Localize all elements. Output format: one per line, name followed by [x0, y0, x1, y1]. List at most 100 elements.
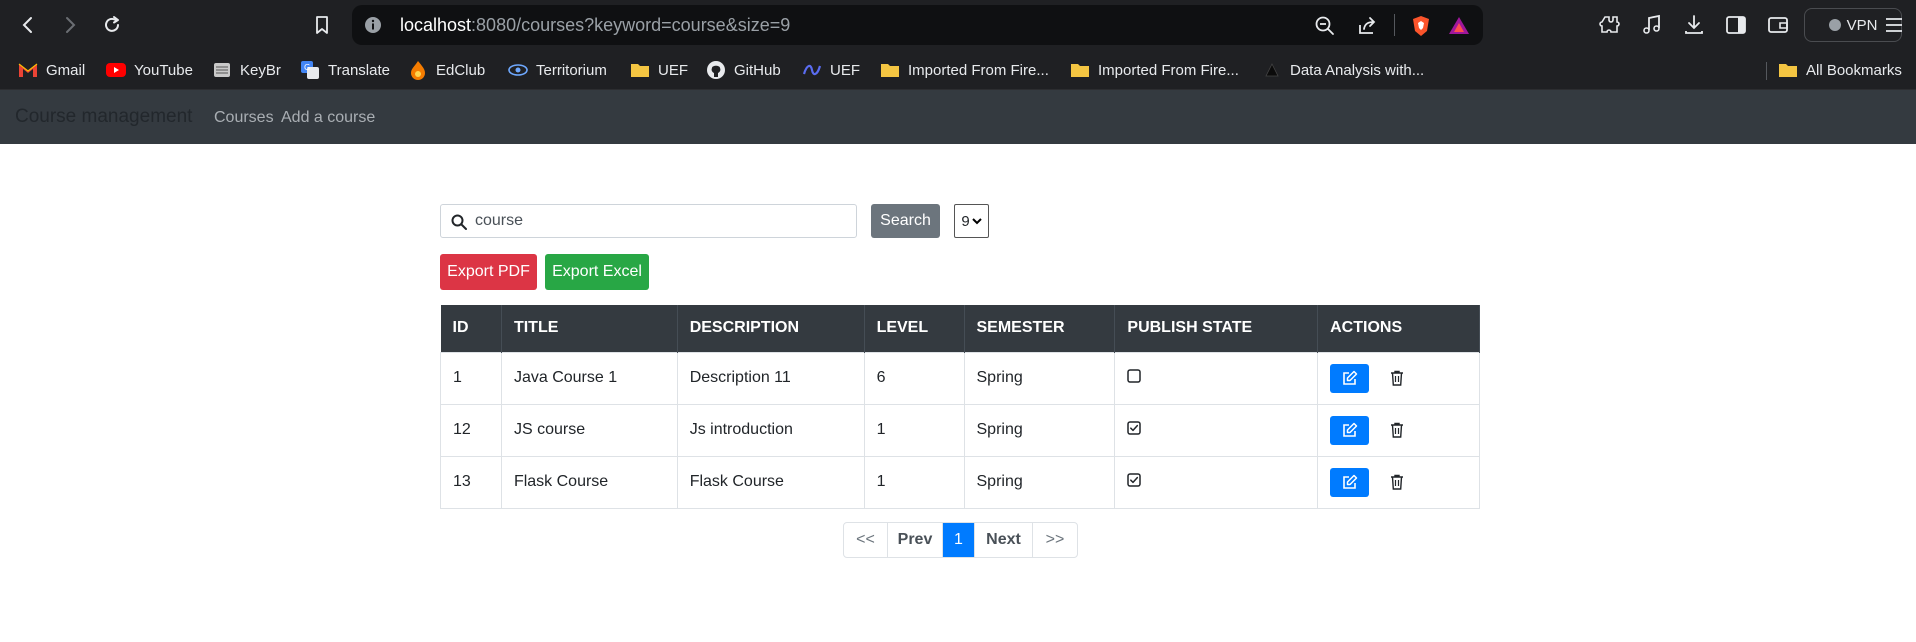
cell-title: Flask Course — [500, 455, 678, 509]
trash-icon — [1390, 474, 1403, 490]
page-current-button[interactable]: 1 — [943, 523, 975, 557]
territorium-icon — [508, 60, 528, 80]
edit-icon — [1342, 474, 1357, 489]
page-first-button[interactable]: << — [844, 523, 888, 557]
bookmark-label: KeyBr — [240, 61, 281, 79]
bookmark-github[interactable]: GitHub — [706, 59, 781, 81]
bookmark-label: YouTube — [134, 61, 193, 79]
search-button[interactable]: Search — [871, 204, 940, 238]
table-header-row: ID TITLE DESCRIPTION LEVEL SEMESTER PUBL… — [440, 305, 1480, 352]
bookmark-label: EdClub — [436, 61, 486, 79]
column-header-semester: SEMESTER — [964, 305, 1116, 352]
bookmark-page-button[interactable] — [306, 9, 338, 41]
bookmark-territorium[interactable]: Territorium — [508, 59, 607, 81]
download-icon[interactable] — [1682, 13, 1706, 37]
cell-publish-state — [1114, 403, 1319, 457]
checked-box-icon — [1127, 472, 1142, 487]
all-bookmarks[interactable]: All Bookmarks — [1778, 59, 1902, 81]
nav-link-courses[interactable]: Courses — [214, 109, 274, 127]
export-excel-button[interactable]: Export Excel — [545, 254, 649, 290]
forward-button[interactable] — [54, 9, 86, 41]
brave-shields-icon[interactable] — [1410, 15, 1432, 37]
url-path: :8080/courses?keyword=course&size=9 — [471, 15, 791, 35]
all-bookmarks-label: All Bookmarks — [1806, 61, 1902, 79]
extensions-icon[interactable] — [1598, 13, 1622, 37]
bookmark-keybr[interactable]: KeyBr — [212, 59, 281, 81]
url-text[interactable]: localhost:8080/courses?keyword=course&si… — [400, 15, 790, 36]
delete-button[interactable] — [1388, 368, 1406, 388]
cell-actions — [1317, 403, 1480, 457]
reload-icon — [105, 16, 119, 32]
zoom-icon[interactable] — [1314, 15, 1336, 37]
bookmark-edclub[interactable]: EdClub — [408, 59, 485, 81]
cell-id: 12 — [440, 403, 502, 457]
search-input[interactable] — [475, 209, 845, 233]
bookmark-label: Imported From Fire... — [1098, 61, 1239, 79]
page-next-button[interactable]: Next — [975, 523, 1033, 557]
bookmark-youtube[interactable]: YouTube — [106, 59, 193, 81]
bookmark-gmail[interactable]: Gmail — [18, 59, 85, 81]
cell-actions — [1317, 455, 1480, 509]
column-header-title: TITLE — [501, 305, 678, 352]
bookmark-uef[interactable]: UEF — [802, 59, 860, 81]
bookmark-label: Gmail — [46, 61, 86, 79]
reload-button[interactable] — [96, 9, 128, 41]
bookmark-uef-folder[interactable]: UEF — [630, 59, 688, 81]
cell-level: 1 — [863, 455, 965, 509]
bookmark-imported-2[interactable]: Imported From Fire... — [1070, 59, 1239, 81]
cell-publish-state — [1114, 455, 1319, 509]
cell-semester: Spring — [963, 351, 1116, 405]
folder-icon — [880, 60, 900, 80]
cell-title: Java Course 1 — [500, 351, 678, 405]
omnibox-divider — [1394, 14, 1395, 36]
back-button[interactable] — [12, 9, 44, 41]
bookmark-label: Translate — [328, 61, 390, 79]
bookmarks-separator — [1766, 62, 1767, 80]
edit-button[interactable] — [1330, 415, 1370, 445]
cell-semester: Spring — [963, 455, 1116, 509]
cell-level: 6 — [863, 351, 965, 405]
cell-description: Flask Course — [676, 455, 865, 509]
cell-title: JS course — [500, 403, 678, 457]
export-pdf-button[interactable]: Export PDF — [440, 254, 537, 290]
column-header-description: DESCRIPTION — [677, 305, 865, 352]
app-navbar: Course management Courses Add a course — [0, 90, 1916, 144]
edit-button[interactable] — [1330, 467, 1370, 497]
folder-icon — [630, 60, 650, 80]
search-icon — [451, 214, 467, 230]
trash-icon — [1390, 422, 1403, 438]
navbar-brand[interactable]: Course management — [15, 106, 192, 128]
search-field[interactable] — [440, 204, 857, 238]
media-icon[interactable] — [1640, 13, 1664, 37]
forward-arrow-icon — [66, 17, 76, 33]
brave-rewards-icon[interactable] — [1448, 15, 1470, 37]
bookmark-translate[interactable]: G Translate — [300, 59, 390, 81]
data-analysis-icon — [1262, 60, 1282, 80]
delete-button[interactable] — [1388, 420, 1406, 440]
wallet-icon[interactable] — [1766, 13, 1790, 37]
browser-toolbar: localhost:8080/courses?keyword=course&si… — [0, 0, 1916, 50]
cell-actions — [1317, 351, 1480, 405]
bookmark-imported-1[interactable]: Imported From Fire... — [880, 59, 1049, 81]
page-size-select[interactable]: 9 — [954, 204, 989, 238]
edit-button[interactable] — [1330, 363, 1370, 393]
delete-button[interactable] — [1388, 472, 1406, 492]
svg-text:G: G — [304, 63, 310, 72]
vpn-status-icon — [1828, 19, 1841, 31]
share-icon[interactable] — [1356, 15, 1378, 37]
gmail-icon — [18, 60, 38, 80]
address-bar[interactable]: localhost:8080/courses?keyword=course&si… — [352, 5, 1483, 45]
page-prev-button[interactable]: Prev — [888, 523, 943, 557]
sidebar-icon[interactable] — [1724, 13, 1748, 37]
site-info-icon[interactable] — [364, 16, 382, 34]
table-row: 1 Java Course 1 Description 11 6 Spring — [440, 351, 1480, 405]
nav-link-add-course[interactable]: Add a course — [281, 109, 375, 127]
bookmark-label: Territorium — [536, 61, 607, 79]
page-last-button[interactable]: >> — [1033, 523, 1077, 557]
bookmark-data-analysis[interactable]: Data Analysis with... — [1262, 59, 1424, 81]
cell-id: 13 — [440, 455, 502, 509]
bookmark-label: Imported From Fire... — [908, 61, 1049, 79]
table-row: 12 JS course Js introduction 1 Spring — [440, 403, 1480, 457]
hamburger-menu-icon[interactable] — [1884, 15, 1904, 35]
translate-icon: G — [300, 60, 320, 80]
